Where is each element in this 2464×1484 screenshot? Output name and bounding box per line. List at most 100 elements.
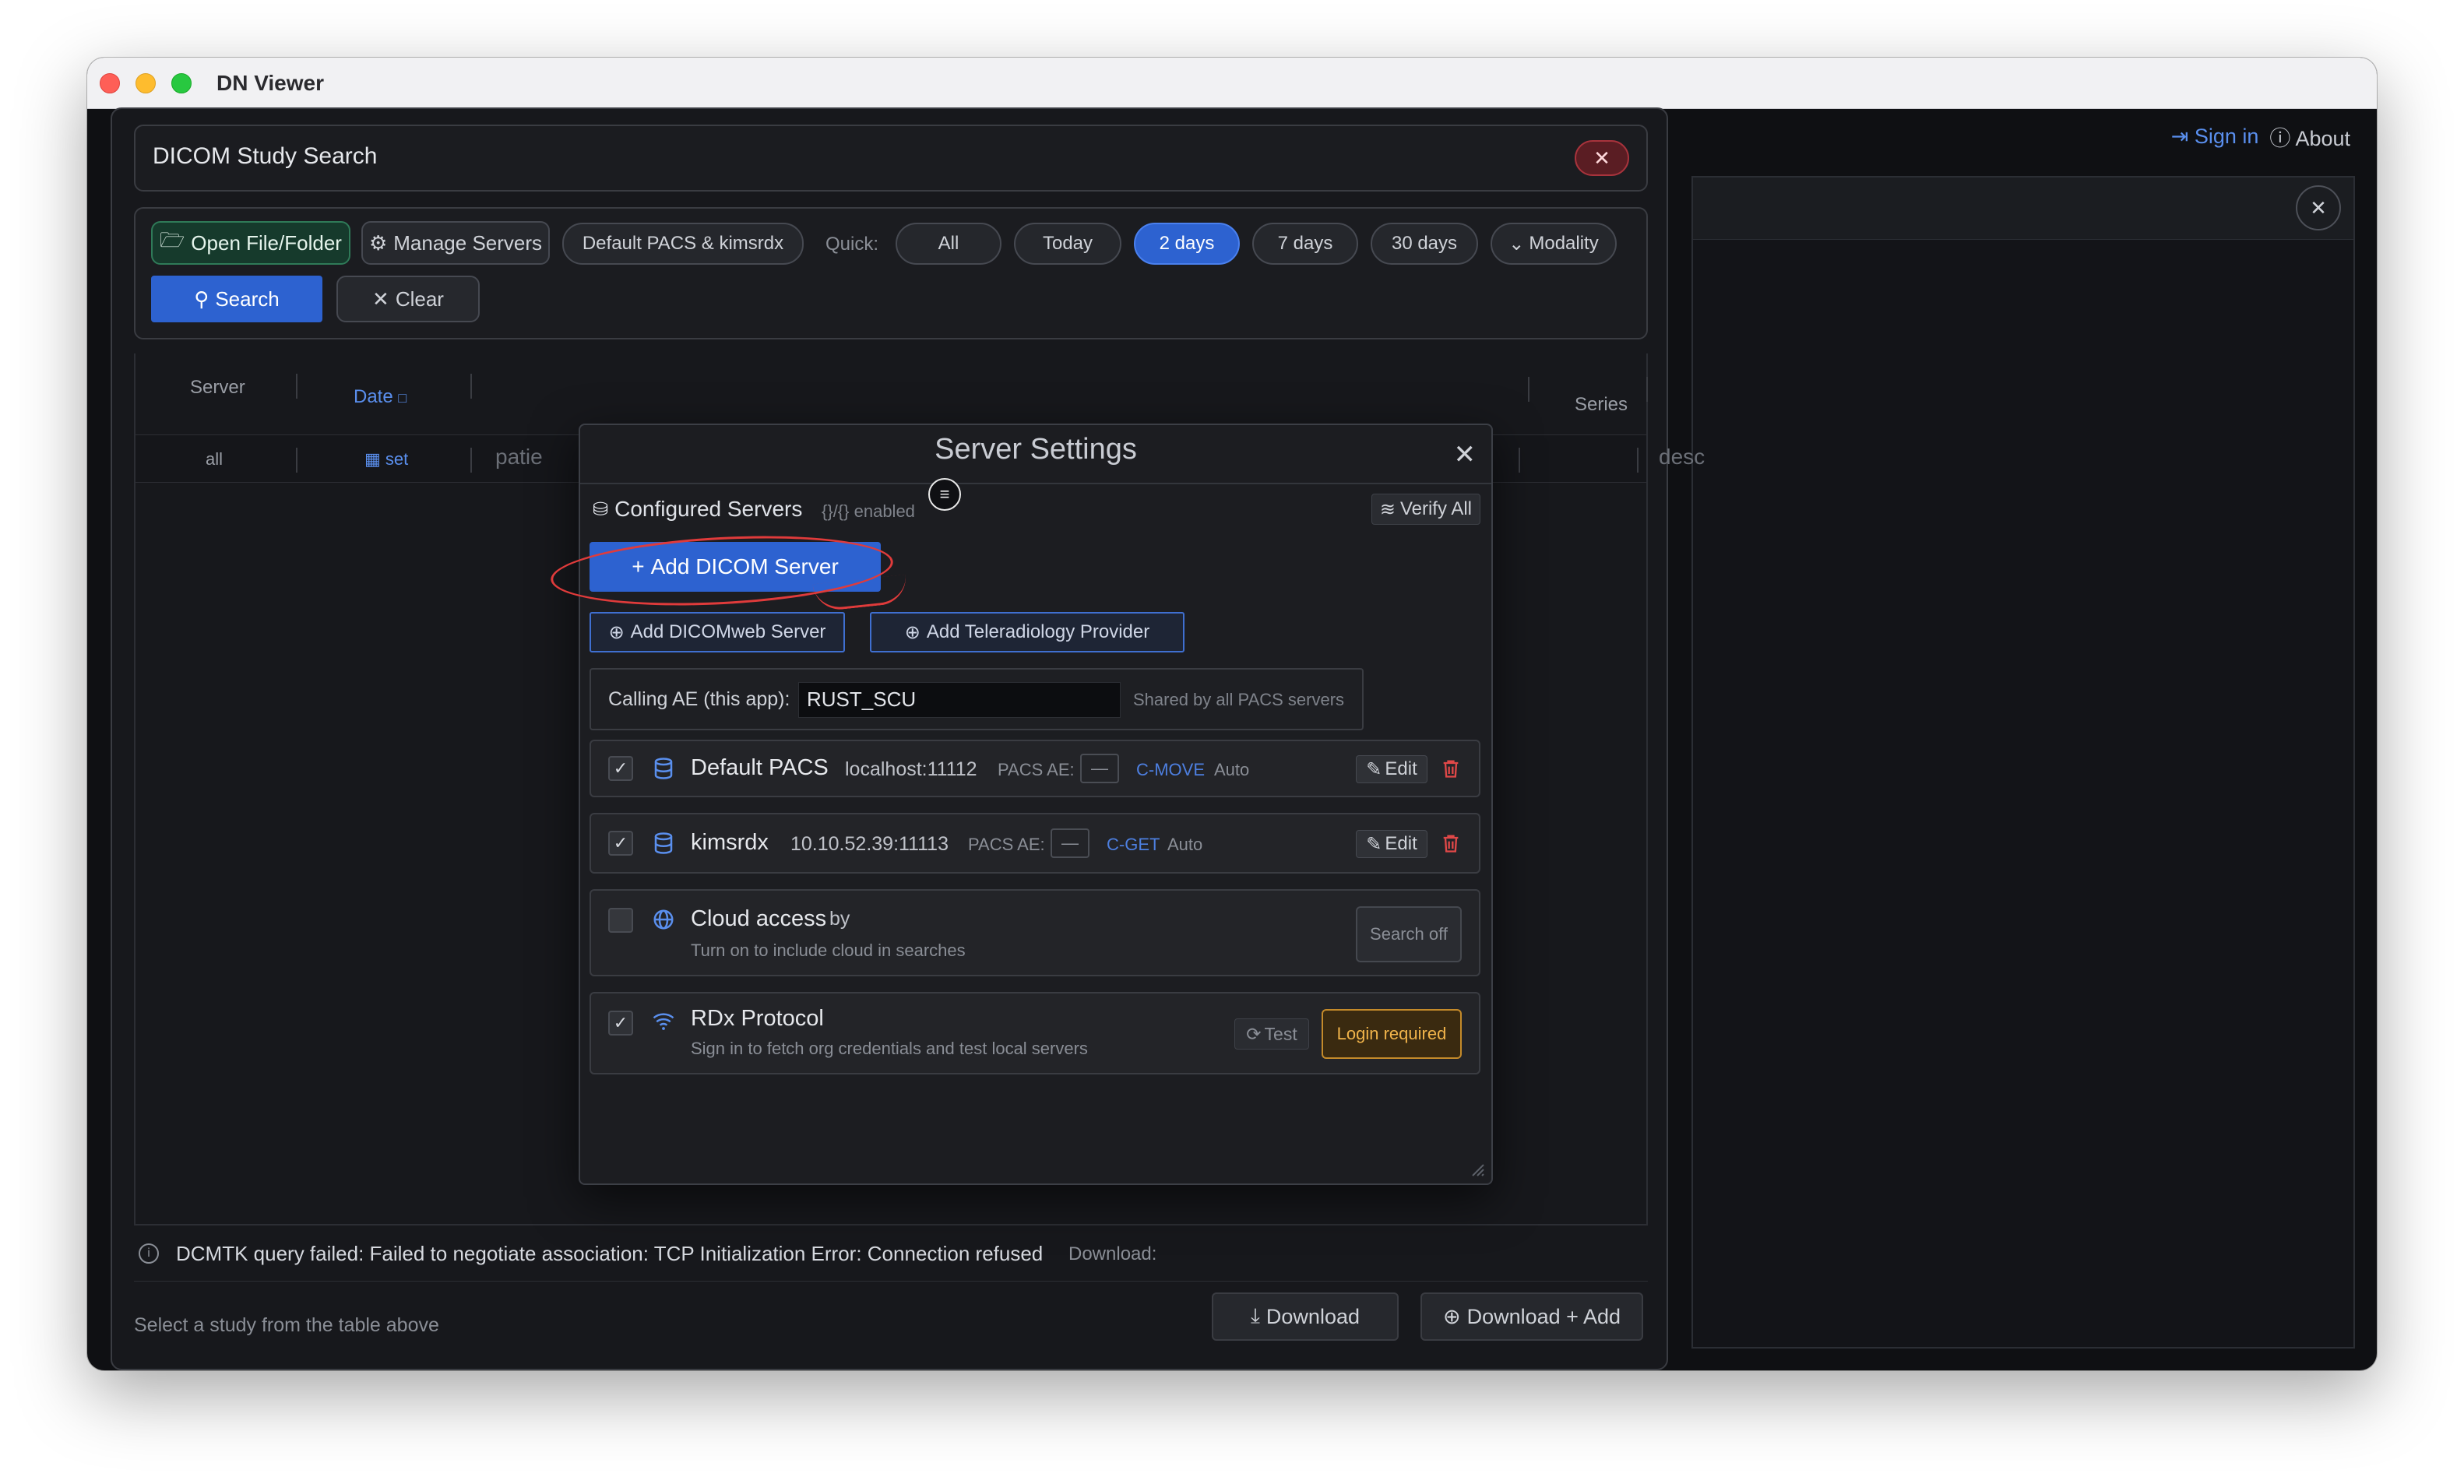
add-teleradiology-button[interactable]: ⊕ Add Teleradiology Provider: [870, 612, 1184, 652]
search-toolbar: 🗁 Open File/Folder ⚙ Manage Servers Defa…: [134, 207, 1648, 339]
pacs-ae-field[interactable]: —: [1051, 828, 1089, 858]
pencil-icon: ✎: [1366, 833, 1382, 855]
column-header-series[interactable]: Series: [1575, 394, 1628, 416]
download-button[interactable]: ⤓ Download: [1212, 1292, 1399, 1341]
server-settings-dialog: Server Settings ✕ ⛁ Configured Servers {…: [549, 424, 1493, 1185]
plus-circle-icon: ⊕: [1442, 1304, 1461, 1328]
sign-in-icon: ⇥: [2170, 125, 2189, 148]
rdx-protocol-description: Sign in to fetch org credentials and tes…: [691, 1039, 1088, 1058]
test-connection-button[interactable]: ⟳ Test: [1234, 1018, 1309, 1050]
database-icon: [654, 832, 673, 854]
column-divider: [470, 448, 472, 473]
calling-ae-label: Calling AE (this app):: [608, 688, 790, 710]
rdx-enabled-checkbox[interactable]: ✓: [608, 1011, 633, 1036]
close-window-button[interactable]: [100, 73, 120, 93]
plus-icon: +: [632, 554, 645, 578]
quick-all[interactable]: All: [896, 223, 1001, 265]
edit-server-button[interactable]: ✎ Edit: [1356, 755, 1427, 783]
resize-handle-icon[interactable]: [1470, 1162, 1485, 1177]
column-divider[interactable]: [1646, 377, 1648, 402]
server-name: Default PACS: [691, 755, 829, 780]
pacs-ae-label: PACS AE:: [968, 835, 1045, 854]
column-divider: [1519, 448, 1520, 473]
manage-servers-button[interactable]: ⚙ Manage Servers: [361, 221, 550, 265]
trash-icon[interactable]: [1440, 832, 1462, 855]
pacs-ae-field[interactable]: —: [1080, 754, 1119, 783]
dialog-title: DICOM Study Search: [153, 143, 378, 169]
server-enabled-checkbox[interactable]: ✓: [608, 756, 633, 781]
zoom-window-button[interactable]: [171, 73, 192, 93]
dialog-close-button[interactable]: ✕: [1575, 140, 1629, 176]
enabled-count: {}/{} enabled: [822, 501, 915, 521]
calling-ae-hint: Shared by all PACS servers: [1133, 690, 1345, 709]
database-icon: ⛁: [593, 498, 609, 520]
retrieve-protocol[interactable]: C-MOVE: [1136, 760, 1205, 780]
minimize-window-button[interactable]: [136, 73, 156, 93]
trash-icon[interactable]: [1440, 757, 1462, 780]
retrieve-protocol[interactable]: C-GET: [1107, 835, 1160, 855]
folder-icon: 🗁: [160, 228, 185, 251]
server-selector[interactable]: Default PACS & kimsrdx: [562, 223, 804, 265]
cloud-by-label: by: [829, 908, 850, 930]
quick-7-days[interactable]: 7 days: [1252, 223, 1358, 265]
search-button[interactable]: ⚲ Search: [151, 276, 322, 322]
selection-hint: Select a study from the table above: [134, 1314, 439, 1336]
cloud-enabled-checkbox[interactable]: [608, 908, 633, 933]
status-message: DCMTK query failed: Failed to negotiate …: [176, 1242, 1044, 1265]
download-add-button[interactable]: ⊕ Download + Add: [1420, 1292, 1643, 1341]
column-header-server[interactable]: Server: [190, 377, 245, 399]
column-divider[interactable]: [296, 374, 297, 399]
column-header-date[interactable]: Date □: [354, 386, 407, 408]
date-filter[interactable]: ▦ set: [364, 449, 408, 469]
cloud-access-description: Turn on to include cloud in searches: [691, 941, 966, 960]
clear-button[interactable]: ✕ Clear: [336, 276, 480, 322]
dialog-header: DICOM Study Search ✕: [134, 125, 1648, 192]
download-label: Download:: [1068, 1243, 1157, 1264]
divider: [580, 483, 1491, 484]
server-name: kimsrdx: [691, 830, 769, 855]
description-filter[interactable]: desc: [1659, 445, 1705, 469]
patient-filter[interactable]: patie: [495, 445, 543, 469]
quick-today[interactable]: Today: [1014, 223, 1121, 265]
edit-server-button[interactable]: ✎ Edit: [1356, 830, 1427, 858]
cloud-search-toggle[interactable]: Search off: [1356, 906, 1462, 962]
add-dicom-server-button[interactable]: + Add DICOM Server: [590, 542, 881, 592]
server-enabled-checkbox[interactable]: ✓: [608, 831, 633, 856]
viewer-close-button[interactable]: ✕: [2296, 185, 2341, 230]
download-icon: ⤓: [1250, 1304, 1260, 1328]
quick-30-days[interactable]: 30 days: [1371, 223, 1478, 265]
quick-label: Quick:: [825, 234, 879, 255]
info-icon: i: [139, 1243, 159, 1264]
rdx-protocol-title: RDx Protocol: [691, 1006, 824, 1031]
chevron-down-icon: ⌄: [1508, 233, 1525, 255]
sign-in-link[interactable]: ⇥ Sign in: [2171, 125, 2259, 149]
calendar-icon: ▦: [364, 449, 381, 469]
calling-ae-input[interactable]: RUST_SCU: [798, 682, 1121, 718]
column-divider[interactable]: [1528, 377, 1529, 402]
window-title: DN Viewer: [216, 71, 324, 95]
verify-all-button[interactable]: ≋ Verify All: [1371, 494, 1480, 525]
server-filter[interactable]: all: [206, 449, 223, 469]
close-icon: ✕: [372, 287, 389, 311]
globe-icon: ⊕: [904, 621, 920, 643]
refresh-icon: ⟳: [1246, 1023, 1262, 1044]
retrieve-mode[interactable]: Auto: [1214, 760, 1249, 780]
server-settings-title: Server Settings: [935, 433, 1137, 466]
modality-dropdown[interactable]: ⌄ Modality: [1491, 223, 1617, 265]
column-divider[interactable]: [470, 374, 472, 399]
globe-icon: [653, 909, 674, 930]
server-settings-close-button[interactable]: ✕: [1454, 439, 1477, 470]
server-row-kimsrdx: ✓ kimsrdx 10.10.52.39:11113 PACS AE: — C…: [590, 813, 1480, 874]
pencil-icon: ✎: [1366, 758, 1382, 780]
cloud-access-row: Cloud access by Turn on to include cloud…: [590, 889, 1480, 976]
quick-2-days[interactable]: 2 days: [1134, 223, 1240, 265]
rdx-protocol-row: ✓ RDx Protocol Sign in to fetch org cred…: [590, 992, 1480, 1074]
search-icon: ⚲: [194, 287, 209, 311]
about-link[interactable]: ⓘ About: [2269, 121, 2350, 152]
menu-icon[interactable]: ≡: [928, 478, 961, 511]
configured-servers-heading: ⛁ Configured Servers: [593, 497, 803, 521]
login-required-button[interactable]: Login required: [1322, 1009, 1462, 1059]
retrieve-mode[interactable]: Auto: [1167, 835, 1202, 855]
open-file-folder-button[interactable]: 🗁 Open File/Folder: [151, 221, 350, 265]
add-dicomweb-server-button[interactable]: ⊕ Add DICOMweb Server: [590, 612, 845, 652]
